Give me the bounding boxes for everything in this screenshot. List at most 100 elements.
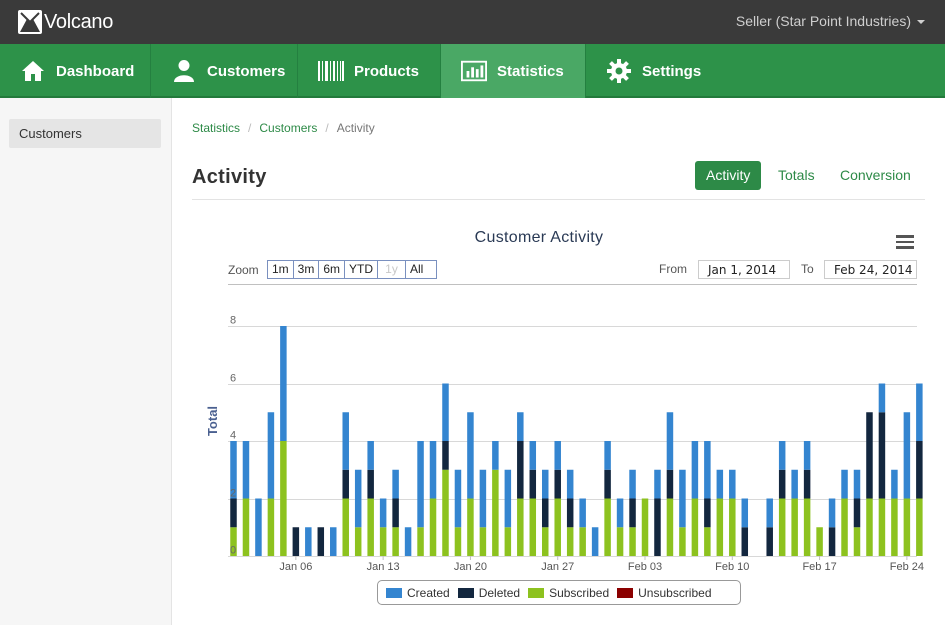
bar-segment-created bbox=[379, 498, 387, 528]
bar-segment-deleted bbox=[866, 412, 873, 499]
bar-segment-subscribed bbox=[267, 498, 275, 556]
bar-segment-created bbox=[803, 441, 811, 470]
bar-segment-subscribed bbox=[342, 498, 349, 556]
bar-segment-subscribed bbox=[242, 498, 250, 556]
bar-segment-created bbox=[579, 498, 586, 528]
bar-segment-deleted bbox=[828, 527, 836, 556]
chart-legend: Created Deleted Subscribed Unsubscribed bbox=[377, 580, 741, 605]
bar-segment-created bbox=[916, 383, 923, 441]
bar-segment-created bbox=[280, 326, 287, 441]
bar-segment-deleted bbox=[604, 469, 611, 499]
bar-segment-subscribed bbox=[604, 498, 611, 556]
bar-segment-created bbox=[367, 441, 374, 470]
bar-segment-created bbox=[841, 469, 848, 499]
y-tick-label: 6 bbox=[230, 373, 236, 385]
bar-segment-subscribed bbox=[641, 498, 649, 556]
bar-segment-subscribed bbox=[853, 527, 861, 556]
bar-segment-subscribed bbox=[280, 441, 287, 556]
bar-segment-subscribed bbox=[803, 498, 811, 556]
bar-segment-subscribed bbox=[354, 527, 362, 556]
bar-segment-subscribed bbox=[841, 498, 848, 556]
bar-segment-deleted bbox=[317, 527, 325, 556]
bar-segment-created bbox=[417, 441, 424, 528]
bar-segment-deleted bbox=[766, 527, 773, 556]
bar-segment-created bbox=[566, 469, 574, 499]
bar-segment-deleted bbox=[629, 498, 636, 528]
activity-chart: 0 2 4 6 8 Total Jan 06 Jan 13 Jan 20 Jan 27 Feb 03… bbox=[205, 284, 924, 573]
bar-segment-created bbox=[354, 469, 362, 528]
legend-swatch bbox=[457, 587, 474, 598]
bar-segment-subscribed bbox=[679, 527, 686, 556]
bar-segment-deleted bbox=[853, 498, 861, 528]
bar-segment-created bbox=[504, 469, 512, 528]
legend-item-unsubscribed[interactable]: Unsubscribed bbox=[617, 585, 712, 600]
bar-segment-created bbox=[704, 441, 711, 499]
bar-segment-deleted bbox=[342, 469, 349, 499]
bar-segment-subscribed bbox=[529, 498, 537, 556]
x-tick-label: Feb 03 bbox=[628, 561, 662, 573]
bar-segment-created bbox=[342, 412, 349, 470]
x-tick-label: Jan 20 bbox=[454, 561, 487, 573]
legend-label: Unsubscribed bbox=[638, 585, 712, 600]
bar-segment-created bbox=[828, 498, 836, 528]
bar-segment-created bbox=[654, 469, 661, 499]
legend-item-deleted[interactable]: Deleted bbox=[457, 585, 521, 600]
bar-segment-deleted bbox=[292, 527, 300, 556]
bar-segment-created bbox=[554, 441, 561, 470]
bar-segment-created bbox=[853, 469, 861, 499]
bar-segment-deleted bbox=[542, 498, 549, 528]
y-tick-label: 8 bbox=[230, 315, 236, 327]
bar-segment-created bbox=[404, 527, 412, 556]
bar-segment-subscribed bbox=[816, 527, 823, 556]
bar-segment-created bbox=[255, 498, 262, 556]
bar-segment-subscribed bbox=[542, 527, 549, 556]
legend-label: Created bbox=[407, 585, 450, 600]
bar-segment-subscribed bbox=[367, 498, 374, 556]
y-tick-label: 2 bbox=[230, 488, 236, 500]
bar-segment-subscribed bbox=[903, 498, 911, 556]
bar-segment-created bbox=[903, 412, 911, 499]
y-tick-label: 4 bbox=[230, 430, 236, 442]
legend-item-subscribed[interactable]: Subscribed bbox=[528, 586, 609, 600]
bar-segment-subscribed bbox=[554, 498, 561, 556]
bar-segment-subscribed bbox=[454, 527, 462, 556]
bar-segment-deleted bbox=[916, 441, 923, 499]
bar-segment-created bbox=[492, 441, 499, 470]
bar-segment-created bbox=[604, 441, 611, 470]
legend-swatch bbox=[386, 587, 402, 598]
bar-segment-subscribed bbox=[479, 527, 487, 556]
bar-segment-created bbox=[741, 498, 749, 528]
bar-segment-deleted bbox=[392, 498, 399, 528]
bar-segment-subscribed bbox=[492, 469, 499, 556]
bar-segment-created bbox=[392, 469, 399, 499]
bar-segment-deleted bbox=[778, 469, 786, 499]
bar-segment-created bbox=[542, 469, 549, 499]
bar-segment-created bbox=[330, 527, 337, 556]
bar-segment-subscribed bbox=[417, 527, 424, 556]
bar-segment-deleted bbox=[554, 469, 561, 499]
y-axis-label: Total bbox=[205, 406, 220, 436]
legend-item-created[interactable]: Created bbox=[386, 586, 450, 600]
x-tick-label: Feb 17 bbox=[802, 561, 836, 573]
bar-segment-created bbox=[778, 441, 786, 470]
bar-segment-created bbox=[479, 469, 487, 528]
bar-segment-deleted bbox=[230, 498, 237, 528]
x-tick-label: Feb 10 bbox=[715, 561, 749, 573]
bar-segment-created bbox=[529, 441, 537, 470]
x-tick-label: Jan 27 bbox=[541, 561, 574, 573]
bar-segment-subscribed bbox=[666, 498, 674, 556]
bar-segment-created bbox=[591, 527, 599, 556]
bar-segment-subscribed bbox=[791, 498, 798, 556]
bar-segment-subscribed bbox=[379, 527, 387, 556]
legend-label: Deleted bbox=[478, 585, 521, 600]
bar-segment-created bbox=[616, 498, 624, 528]
bar-segment-created bbox=[267, 412, 275, 499]
bar-segment-subscribed bbox=[517, 498, 524, 556]
bar-segment-created bbox=[517, 412, 524, 441]
bar-segment-subscribed bbox=[691, 498, 699, 556]
bar-segment-subscribed bbox=[442, 469, 449, 556]
bar-segment-created bbox=[429, 441, 437, 499]
bar-segment-created bbox=[891, 469, 898, 499]
x-tick-label: Jan 13 bbox=[367, 561, 400, 573]
bar-segment-created bbox=[454, 469, 462, 528]
